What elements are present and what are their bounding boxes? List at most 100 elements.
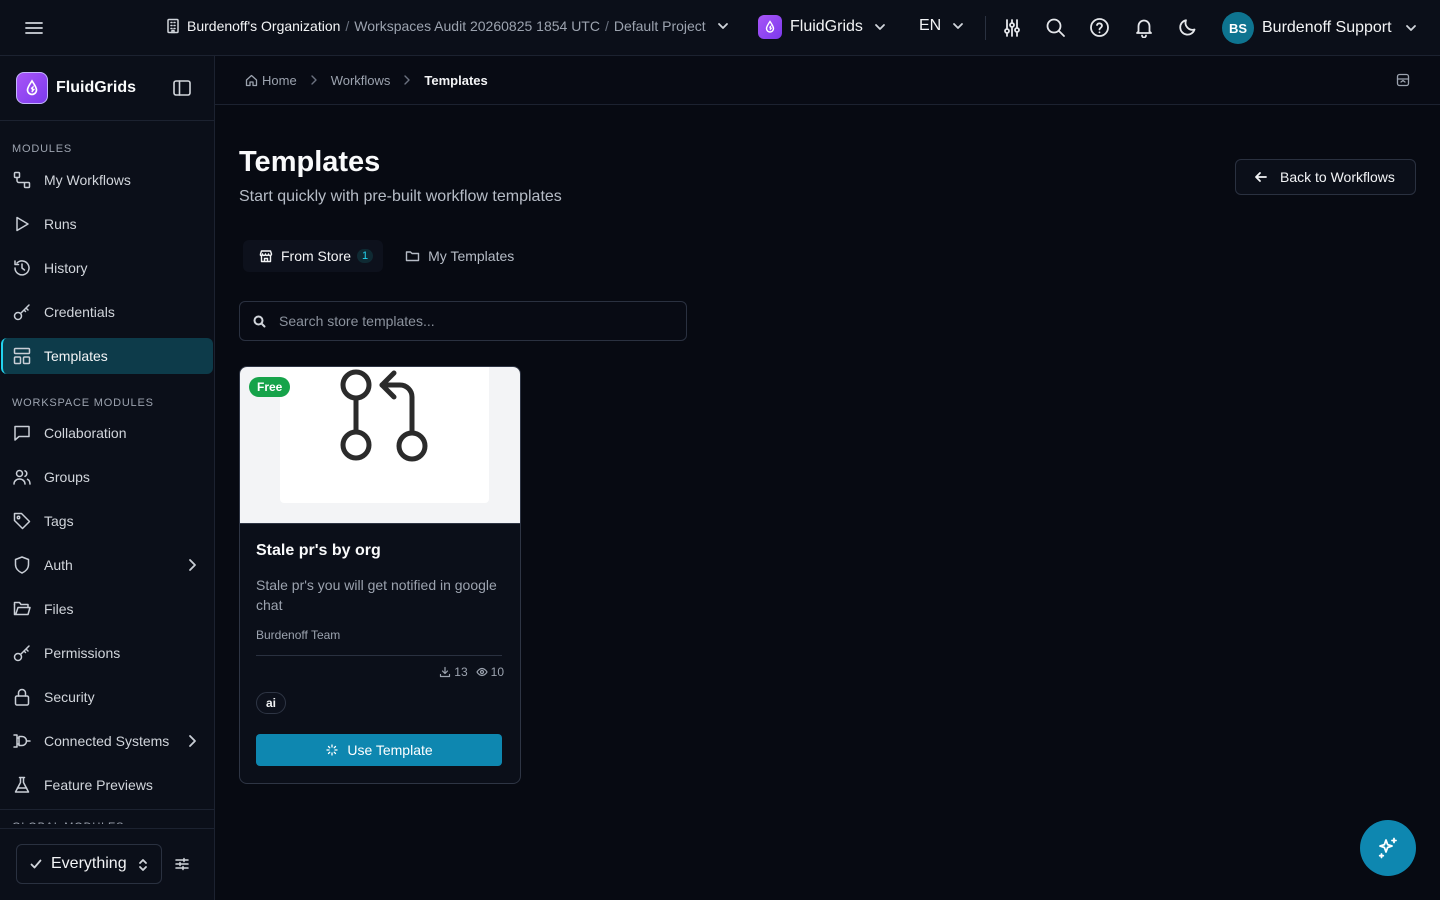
breadcrumb-current: Templates: [424, 72, 488, 88]
search-icon: [252, 314, 267, 329]
building-icon: [166, 18, 180, 34]
scope-selector[interactable]: Everything: [16, 844, 162, 884]
sidebar-toggle-icon[interactable]: [172, 78, 192, 98]
crumb-separator: /: [604, 18, 609, 34]
search-input[interactable]: [279, 313, 659, 329]
sidebar-item-collaboration[interactable]: Collaboration: [1, 415, 213, 451]
tag-icon: [12, 511, 32, 531]
app-logo-icon: [758, 15, 782, 39]
downloads-count: 13: [454, 665, 468, 679]
collapse-panel-icon[interactable]: [1396, 73, 1410, 87]
use-template-label: Use Template: [347, 742, 433, 758]
chevron-right-icon: [402, 74, 412, 86]
tab-count-badge: 1: [357, 249, 374, 263]
menu-icon[interactable]: [22, 16, 46, 40]
sidebar-item-permissions[interactable]: Permissions: [1, 635, 213, 671]
template-thumbnail: Free: [240, 367, 520, 524]
sidebar-item-my-workflows[interactable]: My Workflows: [1, 162, 213, 198]
bell-icon[interactable]: [1134, 17, 1154, 38]
sidebar-item-feature-previews[interactable]: Feature Previews: [1, 767, 213, 803]
tab-my-templates[interactable]: My Templates: [389, 240, 524, 272]
main-content: Home Workflows Templates Templates Start…: [215, 56, 1440, 900]
chevron-down-icon: [1404, 21, 1418, 35]
tab-from-store[interactable]: From Store 1: [243, 240, 384, 272]
home-icon: [245, 74, 258, 87]
page-subtitle: Start quickly with pre-built workflow te…: [239, 188, 562, 205]
tab-label: My Templates: [428, 248, 515, 264]
sidebar-item-label: Tags: [44, 513, 74, 529]
sidebar-item-label: Credentials: [44, 304, 115, 320]
sidebar-header: FluidGrids: [0, 56, 214, 121]
sidebar-footer: Everything: [0, 828, 214, 900]
sidebar-item-connected-systems[interactable]: Connected Systems: [1, 723, 213, 759]
price-badge: Free: [249, 377, 291, 397]
help-icon[interactable]: [1089, 17, 1110, 38]
sparkles-icon: [1375, 835, 1401, 861]
chevron-right-icon: [309, 74, 319, 86]
template-card[interactable]: Free Stale pr's by org Stale pr's you wi…: [239, 366, 521, 784]
chat-icon: [12, 423, 32, 443]
user-menu[interactable]: BS Burdenoff Support: [1222, 12, 1418, 44]
language-code: EN: [919, 17, 942, 34]
template-description: Stale pr's you will get notified in goog…: [256, 577, 497, 613]
key-icon: [12, 643, 32, 663]
sidebar: FluidGrids MODULES My Workflows Runs His…: [0, 56, 215, 900]
template-author: Burdenoff Team: [256, 628, 341, 642]
sidebar-item-label: Groups: [44, 469, 90, 485]
sidebar-item-label: Templates: [44, 348, 108, 364]
use-template-button[interactable]: Use Template: [256, 734, 502, 766]
app-switcher[interactable]: FluidGrids: [758, 15, 887, 39]
language-selector[interactable]: EN: [919, 17, 965, 35]
sidebar-item-auth[interactable]: Auth: [1, 547, 213, 583]
avatar: BS: [1222, 12, 1254, 44]
app-logo-icon: [16, 72, 48, 104]
sidebar-item-credentials[interactable]: Credentials: [1, 294, 213, 330]
history-icon: [12, 258, 32, 278]
sidebar-item-label: Auth: [44, 557, 73, 573]
back-to-workflows-label: Back to Workflows: [1280, 169, 1395, 185]
template-tabs: From Store 1 My Templates: [243, 240, 530, 272]
chevron-down-icon: [951, 19, 965, 33]
sidebar-item-label: Collaboration: [44, 425, 127, 441]
template-tag[interactable]: ai: [256, 692, 287, 714]
plug-icon: [12, 731, 32, 751]
sidebar-item-history[interactable]: History: [1, 250, 213, 286]
play-icon: [12, 214, 32, 234]
sidebar-item-tags[interactable]: Tags: [1, 503, 213, 539]
template-title: Stale pr's by org: [256, 542, 381, 559]
breadcrumb-home[interactable]: Home: [245, 73, 297, 88]
sidebar-item-security[interactable]: Security: [1, 679, 213, 715]
sidebar-item-files[interactable]: Files: [1, 591, 213, 627]
sidebar-item-groups[interactable]: Groups: [1, 459, 213, 495]
chevron-down-icon: [873, 20, 887, 34]
sidebar-item-templates[interactable]: Templates: [1, 338, 213, 374]
chevron-right-icon: [185, 733, 199, 749]
downloads-stat: 13: [439, 665, 468, 679]
scope-selector-label: Everything: [51, 855, 127, 872]
sidebar-app-title: FluidGrids: [56, 79, 136, 96]
divider: [985, 16, 986, 40]
filter-settings-icon[interactable]: [174, 856, 190, 872]
back-to-workflows-button[interactable]: Back to Workflows: [1235, 159, 1416, 195]
views-stat: 10: [476, 665, 504, 679]
folder-icon: [12, 599, 32, 619]
sliders-icon[interactable]: [1002, 17, 1022, 39]
search-icon[interactable]: [1045, 17, 1066, 38]
ai-assistant-button[interactable]: [1360, 820, 1416, 876]
store-icon: [259, 249, 273, 263]
download-icon: [439, 666, 454, 678]
moon-icon[interactable]: [1178, 17, 1198, 38]
sidebar-item-runs[interactable]: Runs: [1, 206, 213, 242]
sidebar-item-label: Files: [44, 601, 74, 617]
project-name: Default Project: [613, 18, 706, 34]
sidebar-item-label: History: [44, 260, 88, 276]
tab-label: From Store: [281, 248, 352, 264]
divider: [256, 655, 502, 656]
sidebar-item-label: Permissions: [44, 645, 121, 661]
sidebar-section-global-modules: GLOBAL MODULES: [0, 810, 214, 824]
shield-icon: [12, 555, 32, 575]
folder-icon: [405, 249, 420, 263]
sidebar-section-workspace-modules: WORKSPACE MODULES: [12, 397, 154, 409]
org-workspace-selector[interactable]: Burdenoff's Organization / Workspaces Au…: [166, 18, 730, 34]
breadcrumb-workflows[interactable]: Workflows: [331, 73, 391, 88]
